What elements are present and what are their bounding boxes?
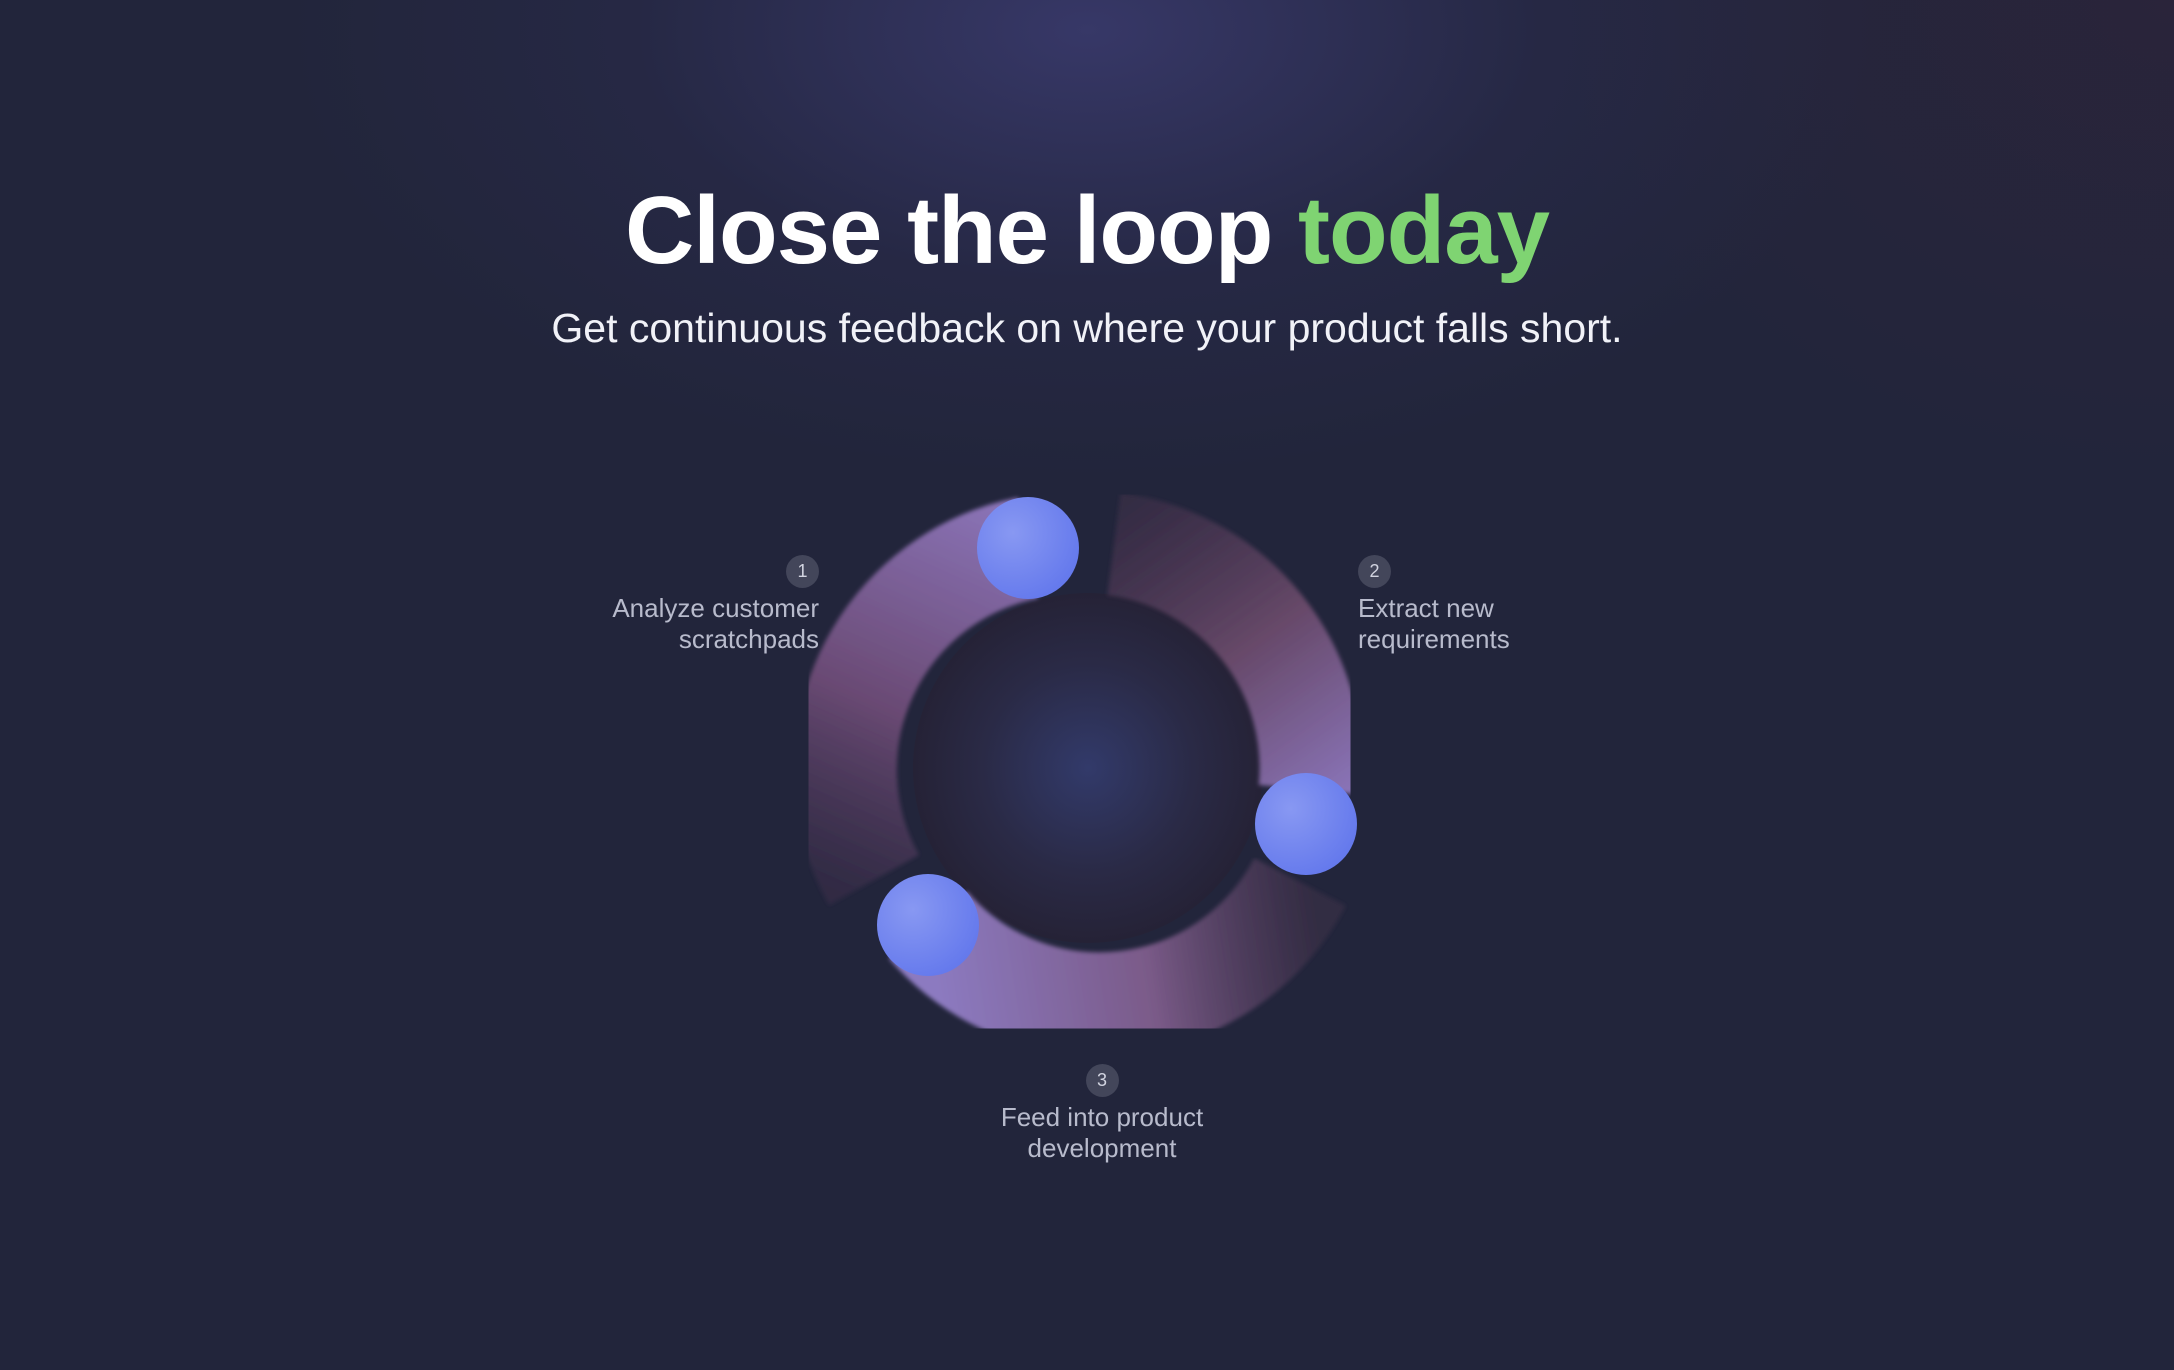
step-extract: 2 Extract new requirements: [1358, 553, 1598, 655]
loop-node-2: [1255, 773, 1357, 875]
step-number-badge: 3: [1085, 1064, 1119, 1097]
step-analyze: 1 Analyze customer scratchpads: [560, 553, 819, 655]
step-label: Feed into product development: [1000, 1102, 1204, 1163]
step-number-badge: 2: [1358, 555, 1391, 588]
step-feed: 3 Feed into product development: [962, 1062, 1242, 1164]
loop-node-1: [977, 497, 1079, 599]
loop-node-3: [877, 874, 979, 976]
step-label: Extract new requirements: [1358, 593, 1510, 654]
step-label: Analyze customer scratchpads: [612, 593, 819, 654]
step-number-badge: 1: [786, 555, 819, 588]
feedback-loop-diagram: [793, 492, 1363, 1056]
